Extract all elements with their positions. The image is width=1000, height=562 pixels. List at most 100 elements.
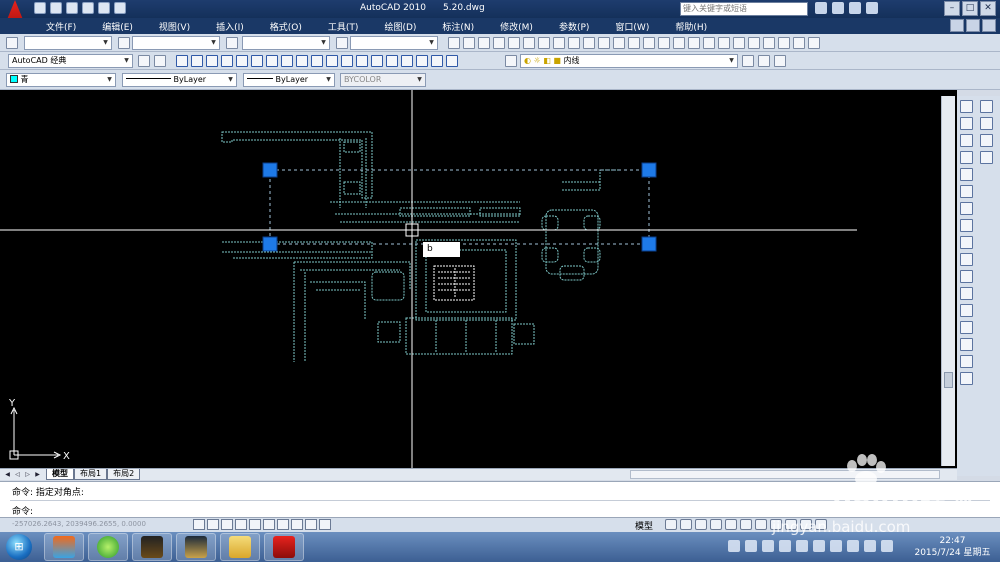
paste-icon[interactable]	[583, 37, 595, 49]
workspace-switching-icon[interactable]	[785, 519, 797, 530]
trim-icon[interactable]	[960, 253, 973, 266]
draworder-above-icon[interactable]	[980, 134, 993, 147]
rotate-icon[interactable]	[960, 202, 973, 215]
zoom-window-icon[interactable]	[688, 37, 700, 49]
layer-previous-icon[interactable]	[758, 55, 770, 67]
layer-states-icon[interactable]	[774, 55, 786, 67]
command-prompt[interactable]: 命令:	[12, 504, 33, 517]
vertical-scrollbar[interactable]	[941, 96, 955, 466]
redo-tool-icon[interactable]	[643, 37, 655, 49]
save-file-icon[interactable]	[478, 37, 490, 49]
plot-preview-icon[interactable]	[508, 37, 520, 49]
break-at-point-icon[interactable]	[960, 287, 973, 300]
annotation-visibility-icon[interactable]	[770, 519, 782, 530]
tab-prev-button[interactable]: ◁	[13, 470, 22, 479]
redo-icon[interactable]	[98, 2, 110, 14]
tray-shield-icon[interactable]	[762, 540, 774, 552]
drawing-canvas[interactable]: Y X b	[0, 90, 957, 470]
horizontal-scrollbar[interactable]	[630, 470, 940, 479]
menu-parametric[interactable]: 参数(P)	[553, 19, 595, 34]
taskbar-app-lol[interactable]	[176, 533, 216, 561]
3d-dwf-icon[interactable]	[538, 37, 550, 49]
table-style-combo[interactable]: ▼	[242, 36, 330, 50]
tray-volume-icon[interactable]	[881, 540, 893, 552]
taskbar-clock[interactable]: 22:47 2015/7/24 星期五	[910, 535, 995, 559]
menu-modify[interactable]: 修改(M)	[494, 19, 539, 34]
communication-icon[interactable]	[832, 2, 844, 14]
tray-expand-icon[interactable]	[830, 540, 842, 552]
gradient-icon[interactable]	[401, 55, 413, 67]
hatch-icon[interactable]	[386, 55, 398, 67]
pan-status-icon[interactable]	[695, 519, 707, 530]
osnap-toggle-icon[interactable]	[249, 519, 261, 530]
tray-flag-icon[interactable]	[847, 540, 859, 552]
doc-restore-button[interactable]	[966, 19, 980, 32]
draworder-front-icon[interactable]	[980, 100, 993, 113]
sheet-set-icon[interactable]	[763, 37, 775, 49]
taskbar-app-browser[interactable]	[44, 533, 84, 561]
tray-settings-icon[interactable]	[813, 540, 825, 552]
taskbar-app-ie[interactable]	[88, 533, 128, 561]
undo-tool-icon[interactable]	[628, 37, 640, 49]
dynamic-input-field[interactable]: b	[423, 242, 460, 257]
quickcalc-icon[interactable]	[793, 37, 805, 49]
qp-toggle-icon[interactable]	[319, 519, 331, 530]
polyline-icon[interactable]	[206, 55, 218, 67]
copy-object-icon[interactable]	[960, 117, 973, 130]
workspace-save-icon[interactable]	[154, 55, 166, 67]
zoom-realtime-icon[interactable]	[673, 37, 685, 49]
publish-icon[interactable]	[523, 37, 535, 49]
save-icon[interactable]	[66, 2, 78, 14]
dyn-toggle-icon[interactable]	[291, 519, 303, 530]
model-space-button[interactable]: 模型	[635, 519, 653, 532]
help-tool-icon[interactable]	[808, 37, 820, 49]
multiline-text-icon[interactable]	[446, 55, 458, 67]
quick-view-drawings-icon[interactable]	[680, 519, 692, 530]
menu-edit[interactable]: 编辑(E)	[96, 19, 139, 34]
tab-layout2[interactable]: 布局2	[107, 469, 141, 480]
menu-window[interactable]: 窗口(W)	[609, 19, 655, 34]
ellipse-arc-icon[interactable]	[326, 55, 338, 67]
stretch-icon[interactable]	[960, 236, 973, 249]
zoom-status-icon[interactable]	[710, 519, 722, 530]
move-icon[interactable]	[960, 185, 973, 198]
menu-help[interactable]: 帮助(H)	[669, 19, 713, 34]
showmotion-icon[interactable]	[740, 519, 752, 530]
clean-screen-icon[interactable]	[815, 519, 827, 530]
open-icon[interactable]	[50, 2, 62, 14]
make-block-icon[interactable]	[356, 55, 368, 67]
text-style-combo[interactable]: ▼	[24, 36, 112, 50]
annotation-scale-icon[interactable]	[755, 519, 767, 530]
cut-icon[interactable]	[553, 37, 565, 49]
revision-cloud-icon[interactable]	[281, 55, 293, 67]
dim-style-combo[interactable]: ▼	[132, 36, 220, 50]
arc-icon[interactable]	[251, 55, 263, 67]
tray-keyboard-icon[interactable]	[728, 540, 740, 552]
taskbar-app-game[interactable]	[132, 533, 172, 561]
menu-dimension[interactable]: 标注(N)	[436, 19, 480, 34]
tray-network-icon[interactable]	[864, 540, 876, 552]
menu-draw[interactable]: 绘图(D)	[378, 19, 422, 34]
tab-first-button[interactable]: ◀	[3, 470, 12, 479]
favorites-star-icon[interactable]	[849, 2, 861, 14]
doc-minimize-button[interactable]	[950, 19, 964, 32]
ellipse-icon[interactable]	[311, 55, 323, 67]
workspace-settings-icon[interactable]	[138, 55, 150, 67]
line-icon[interactable]	[176, 55, 188, 67]
properties-icon[interactable]	[718, 37, 730, 49]
break-icon[interactable]	[960, 304, 973, 317]
array-icon[interactable]	[960, 168, 973, 181]
mirror-icon[interactable]	[960, 134, 973, 147]
make-current-layer-icon[interactable]	[742, 55, 754, 67]
help-icon[interactable]	[866, 2, 878, 14]
offset-icon[interactable]	[960, 151, 973, 164]
draworder-under-icon[interactable]	[980, 151, 993, 164]
multileader-style-combo[interactable]: ▼	[350, 36, 438, 50]
otrack-toggle-icon[interactable]	[263, 519, 275, 530]
tab-layout1[interactable]: 布局1	[74, 469, 108, 480]
rectangle-icon[interactable]	[236, 55, 248, 67]
coordinate-readout[interactable]: -257026.2643, 2039496.2655, 0.0000	[12, 520, 146, 528]
color-combo[interactable]: 青 ▼	[6, 73, 116, 87]
binoculars-icon[interactable]	[815, 2, 827, 14]
vertical-scrollbar-thumb[interactable]	[944, 372, 953, 388]
